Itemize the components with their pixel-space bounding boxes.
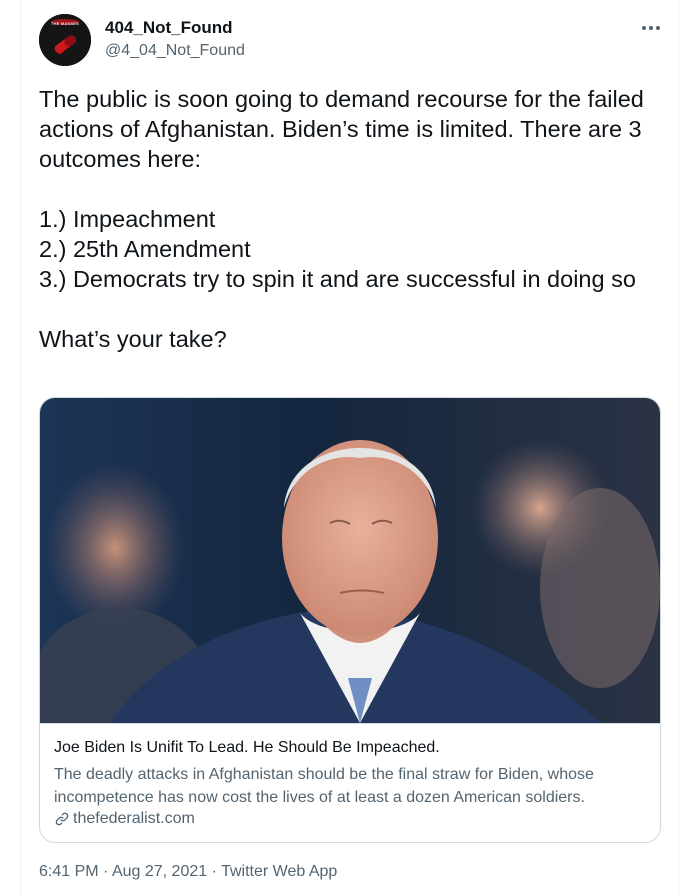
avatar[interactable]: THE MASSES [39, 14, 91, 66]
more-options-button[interactable] [636, 16, 666, 40]
tweet-text: The public is soon going to demand recou… [39, 84, 669, 354]
meta-separator: · [103, 863, 109, 880]
author-handle[interactable]: @4_04_Not_Found [105, 41, 245, 60]
tweet-text-question: What’s your take? [39, 326, 227, 352]
more-horizontal-icon [642, 26, 660, 30]
avatar-caption: THE MASSES [50, 21, 79, 26]
tweet-time[interactable]: 6:41 PM [39, 863, 99, 880]
meta-separator: · [211, 863, 217, 880]
card-domain[interactable]: thefederalist.com [73, 809, 195, 829]
tweet-source[interactable]: Twitter Web App [221, 863, 337, 880]
tweet-meta: 6:41 PM · Aug 27, 2021 · Twitter Web App [39, 862, 337, 882]
tweet-text-option-1: 1.) Impeachment [39, 206, 216, 232]
tweet-text-intro: The public is soon going to demand recou… [39, 86, 644, 172]
card-title[interactable]: Joe Biden Is Unifit To Lead. He Should B… [54, 738, 440, 758]
card-domain-link[interactable]: thefederalist.com [54, 809, 195, 829]
card-image [40, 398, 660, 724]
tweet-date[interactable]: Aug 27, 2021 [112, 863, 207, 880]
card-description: The deadly attacks in Afghanistan should… [54, 766, 594, 806]
link-icon [55, 812, 69, 826]
tweet-text-option-3: 3.) Democrats try to spin it and are suc… [39, 266, 636, 292]
link-preview-card[interactable]: Joe Biden Is Unifit To Lead. He Should B… [39, 397, 661, 843]
author-display-name[interactable]: 404_Not_Found [105, 18, 233, 38]
tweet-text-option-2: 2.) 25th Amendment [39, 236, 251, 262]
